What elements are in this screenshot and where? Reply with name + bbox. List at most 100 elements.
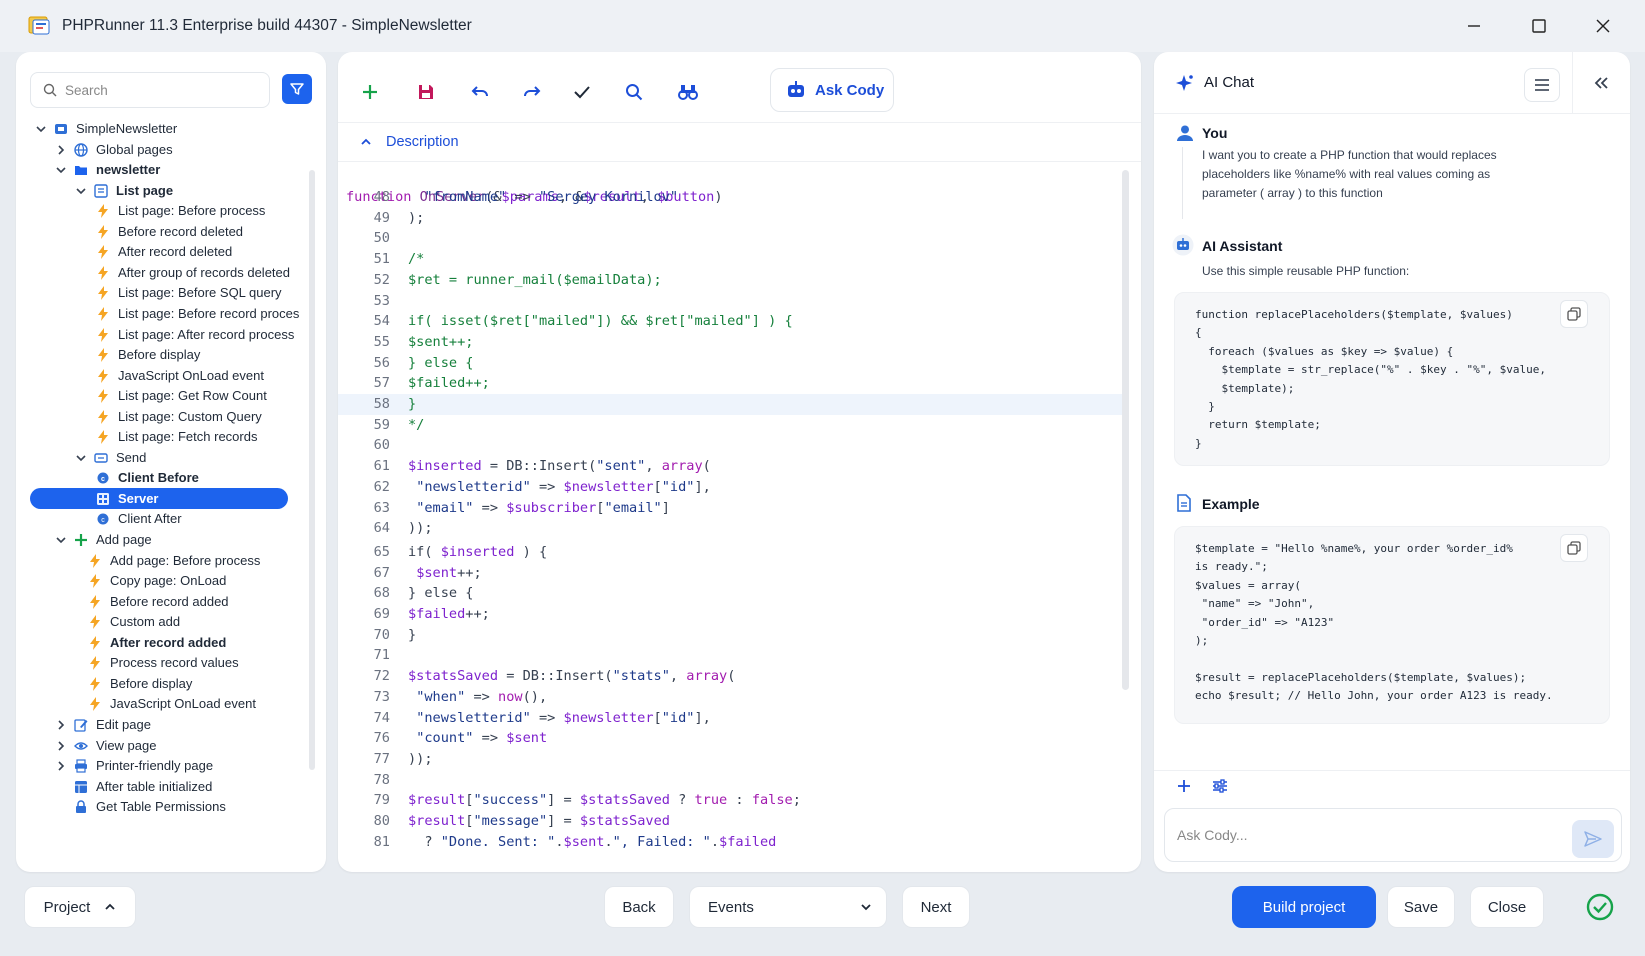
close-window-button[interactable]: [1583, 10, 1623, 42]
chevron-right-icon[interactable]: [54, 718, 68, 732]
line-number: 78: [373, 771, 390, 788]
line-number: 69: [373, 606, 390, 622]
tree-item-before-display[interactable]: Before display: [96, 344, 200, 365]
copy-example-button[interactable]: [1560, 534, 1588, 562]
project-menu-button[interactable]: Project: [24, 886, 136, 928]
tree-item-before-display[interactable]: Before display: [88, 673, 192, 694]
redo-button[interactable]: [516, 76, 548, 108]
code-line: 63 "email" => $subscriber["email"]: [338, 498, 1128, 519]
settings-sliders-icon[interactable]: [1212, 778, 1228, 794]
tree-item-list-page-after-record-process[interactable]: List page: After record process: [96, 324, 294, 345]
chevron-up-icon: [105, 903, 115, 910]
code-text: $failed++;: [408, 375, 490, 392]
tree-item-custom-add[interactable]: Custom add: [88, 611, 180, 632]
next-button[interactable]: Next: [902, 886, 970, 928]
chevron-down-icon[interactable]: [34, 122, 48, 136]
tree-item-list-page-before-record-proces[interactable]: List page: Before record proces: [96, 303, 299, 324]
chevron-down-icon[interactable]: [54, 163, 68, 177]
tree-item-add-page-before-process[interactable]: Add page: Before process: [88, 550, 260, 571]
tree-item-server[interactable]: Server: [30, 488, 288, 509]
back-button[interactable]: Back: [604, 886, 674, 928]
tree-item-newsletter[interactable]: newsletter: [54, 159, 160, 180]
description-section[interactable]: Description: [338, 122, 1141, 162]
code-editor[interactable]: function OnServer(&$params, &$result, $b…: [338, 166, 1128, 866]
collapse-panel-button[interactable]: [1572, 52, 1628, 114]
robot-icon: [788, 81, 804, 97]
line-number: 50: [373, 230, 390, 247]
events-dropdown[interactable]: Events: [689, 886, 887, 928]
tree-item-list-page[interactable]: List page: [74, 180, 173, 201]
maximize-button[interactable]: [1519, 10, 1559, 42]
chevron-down-icon[interactable]: [74, 451, 88, 465]
snippet-line: echo $result; // Hello John, your order …: [1195, 689, 1553, 703]
tree-item-javascript-onload-event[interactable]: JavaScript OnLoad event: [88, 693, 256, 714]
tree-item-printer-friendly-page[interactable]: Printer-friendly page: [54, 755, 213, 776]
ask-cody-button[interactable]: Ask Cody: [770, 68, 894, 112]
tree-item-get-table-permissions[interactable]: Get Table Permissions: [74, 796, 226, 817]
tree-item-edit-page[interactable]: Edit page: [54, 714, 151, 735]
line-number: 56: [373, 354, 390, 371]
tree-item-list-page-custom-query[interactable]: List page: Custom Query: [96, 406, 262, 427]
code-text: /*: [408, 251, 425, 268]
chevron-right-icon[interactable]: [54, 739, 68, 753]
chevron-right-icon[interactable]: [54, 143, 68, 157]
undo-button[interactable]: [464, 76, 496, 108]
add-attachment-icon[interactable]: [1176, 778, 1192, 794]
snippet-line: return $template;: [1195, 418, 1321, 432]
tree-item-after-group-of-records-deleted[interactable]: After group of records deleted: [96, 262, 290, 283]
save-button[interactable]: Save: [1387, 886, 1455, 928]
save-toolbar-button[interactable]: [410, 76, 442, 108]
tree-item-after-record-added[interactable]: After record added: [88, 632, 226, 653]
find-button[interactable]: [672, 76, 704, 108]
tree-item-javascript-onload-event[interactable]: JavaScript OnLoad event: [96, 365, 264, 386]
tree-item-view-page[interactable]: View page: [54, 735, 156, 756]
plus-icon: [74, 533, 88, 547]
tree-scrollbar[interactable]: [309, 170, 315, 770]
build-project-button[interactable]: Build project: [1232, 886, 1376, 928]
tree-item-before-record-deleted[interactable]: Before record deleted: [96, 221, 243, 242]
tree-item-list-page-before-sql-query[interactable]: List page: Before SQL query: [96, 282, 282, 303]
chevron-down-icon[interactable]: [54, 533, 68, 547]
code-line: 70}: [338, 625, 1128, 646]
chat-menu-button[interactable]: [1524, 68, 1560, 102]
check-syntax-button[interactable]: [566, 76, 598, 108]
tree-item-copy-page-onload[interactable]: Copy page: OnLoad: [88, 570, 226, 591]
tree-item-after-table-initialized[interactable]: After table initialized: [74, 776, 212, 797]
user-name: You: [1202, 125, 1228, 141]
chevron-down-icon[interactable]: [74, 184, 88, 198]
code-line: 74 "newsletterid" => $newsletter["id"],: [338, 708, 1128, 729]
tree-item-client-after[interactable]: c Client After: [96, 508, 182, 529]
code-scrollbar[interactable]: [1122, 170, 1129, 690]
close-button[interactable]: Close: [1470, 886, 1544, 928]
copy-code-button[interactable]: [1560, 300, 1588, 328]
tree-item-after-record-deleted[interactable]: After record deleted: [96, 241, 232, 262]
tree-item-label: JavaScript OnLoad event: [118, 368, 264, 383]
example-title: Example: [1202, 496, 1260, 512]
tree-item-label: List page: [116, 183, 174, 198]
filter-button[interactable]: [282, 74, 312, 104]
tree-item-process-record-values[interactable]: Process record values: [88, 652, 239, 673]
send-button[interactable]: [1572, 820, 1614, 858]
tree-item-simplenewsletter[interactable]: SimpleNewsletter: [34, 118, 177, 139]
tree-item-client-before[interactable]: c Client Before: [96, 467, 199, 488]
chevron-right-icon[interactable]: [54, 759, 68, 773]
code-text: $inserted = DB::Insert("sent", array(: [408, 458, 711, 475]
add-button[interactable]: [354, 76, 386, 108]
tree-item-global-pages[interactable]: Global pages: [54, 139, 173, 160]
line-number: 54: [373, 313, 390, 330]
search-code-button[interactable]: [618, 76, 650, 108]
search-input[interactable]: Search: [30, 72, 270, 108]
snippet-line: );: [1195, 634, 1209, 647]
tree-item-send[interactable]: Send: [74, 447, 146, 468]
tree-item-list-page-fetch-records[interactable]: List page: Fetch records: [96, 426, 257, 447]
tree-item-list-page-before-process[interactable]: List page: Before process: [96, 200, 265, 221]
minimize-button[interactable]: [1454, 10, 1494, 42]
tree-item-add-page[interactable]: Add page: [54, 529, 152, 550]
code-line: 55 $sent++;: [338, 332, 1128, 353]
bolt-icon: [96, 368, 110, 383]
ask-cody-input[interactable]: Ask Cody...: [1164, 808, 1622, 862]
line-number: 77: [373, 750, 390, 767]
bolt-icon: [88, 614, 102, 629]
tree-item-before-record-added[interactable]: Before record added: [88, 591, 229, 612]
tree-item-list-page-get-row-count[interactable]: List page: Get Row Count: [96, 385, 267, 406]
